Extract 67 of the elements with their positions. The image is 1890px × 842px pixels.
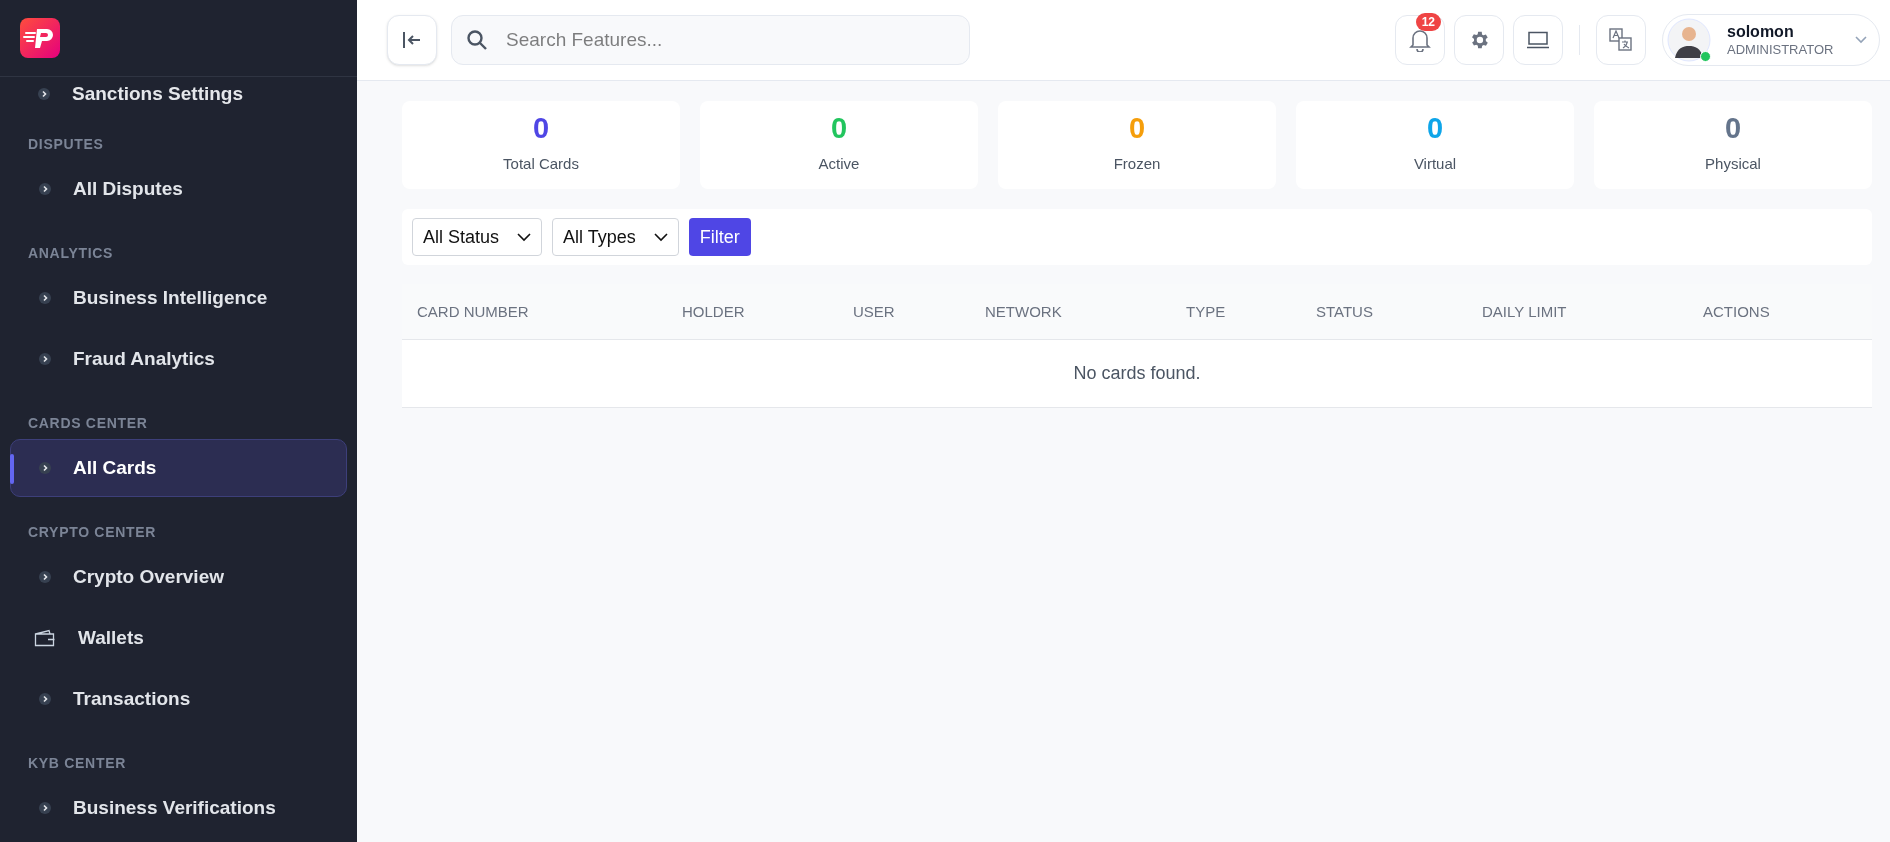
sidebar-item[interactable]: Wallets: [10, 609, 347, 667]
settings-button[interactable]: [1454, 15, 1504, 65]
column-header: ACTIONS: [1703, 302, 1770, 320]
sidebar-item[interactable]: Crypto Overview: [10, 548, 347, 606]
notifications-button[interactable]: 12: [1395, 15, 1445, 65]
chevron-icon: [39, 183, 51, 195]
chevron-down-icon: [517, 232, 532, 242]
stat-value: 0: [1426, 114, 1444, 144]
section-heading: KYB CENTER: [28, 754, 126, 773]
notification-count: 12: [1415, 13, 1441, 31]
column-header: CARD NUMBER: [417, 302, 529, 320]
column-header: NETWORK: [985, 302, 1062, 320]
sidebar-item[interactable]: Fraud Analytics: [10, 330, 347, 388]
sidebar-item[interactable]: All Cards: [10, 439, 347, 497]
chevron-icon: [39, 292, 51, 304]
select-field[interactable]: All Types: [552, 218, 679, 256]
section-heading: CRYPTO CENTER: [28, 523, 157, 542]
search-input[interactable]: Search Features...: [506, 25, 955, 55]
section-heading: ANALYTICS: [28, 244, 114, 263]
column-header: USER: [853, 302, 895, 320]
stat-label: Physical: [1705, 154, 1761, 175]
select-field[interactable]: All Status: [412, 218, 543, 256]
chevron-down-icon: [1855, 36, 1867, 44]
laptop-icon: [1526, 31, 1550, 49]
collapse-icon: [402, 31, 422, 49]
collapse-sidebar-button[interactable]: [387, 15, 437, 65]
sidebar-item[interactable]: All Disputes: [10, 160, 347, 218]
column-header: STATUS: [1316, 302, 1373, 320]
wallet-icon: [34, 629, 56, 647]
user-role: ADMINISTRATOR: [1727, 41, 1835, 59]
section-heading: CARDS CENTER: [28, 414, 148, 433]
sidebar-item[interactable]: Business Verifications: [10, 779, 347, 837]
user-menu[interactable]: solomon ADMINISTRATOR: [1662, 14, 1880, 66]
stat-value: 0: [1724, 114, 1742, 144]
translate-icon: [1609, 28, 1633, 52]
section-heading: DISPUTES: [28, 135, 104, 154]
stat-label: Frozen: [1113, 154, 1161, 175]
column-header: TYPE: [1186, 302, 1226, 320]
stat-value: 0: [532, 114, 550, 144]
column-header: DAILY LIMIT: [1482, 302, 1567, 320]
stat-label: Active: [818, 154, 860, 175]
language-button[interactable]: [1596, 15, 1646, 65]
stat-label: Virtual: [1413, 154, 1457, 175]
stat-value: 0: [1128, 114, 1146, 144]
user-name: solomon: [1727, 21, 1795, 42]
display-button[interactable]: [1513, 15, 1563, 65]
search-icon: [466, 29, 488, 51]
avatar: [1667, 18, 1711, 62]
sidebar-item[interactable]: Transactions: [10, 670, 347, 728]
stat-label: Total Cards: [503, 154, 579, 175]
chevron-icon: [39, 353, 51, 365]
chevron-down-icon: [653, 232, 668, 242]
search-field[interactable]: Search Features...: [451, 15, 970, 65]
filter-button[interactable]: Filter: [688, 218, 751, 256]
logo-icon: [20, 18, 60, 58]
stat-value: 0: [830, 114, 848, 144]
chevron-icon: [39, 462, 51, 474]
chevron-icon: [39, 693, 51, 705]
chevron-icon: [39, 571, 51, 583]
sidebar-item[interactable]: Business Intelligence: [10, 269, 347, 327]
empty-message: No cards found.: [1073, 362, 1201, 385]
chevron-icon: [38, 88, 50, 100]
bell-icon: [1409, 28, 1431, 52]
chevron-icon: [39, 802, 51, 814]
column-header: HOLDER: [682, 302, 745, 320]
online-status-icon: [1700, 51, 1711, 62]
sidebar-item[interactable]: Sanctions Settings: [72, 79, 244, 109]
